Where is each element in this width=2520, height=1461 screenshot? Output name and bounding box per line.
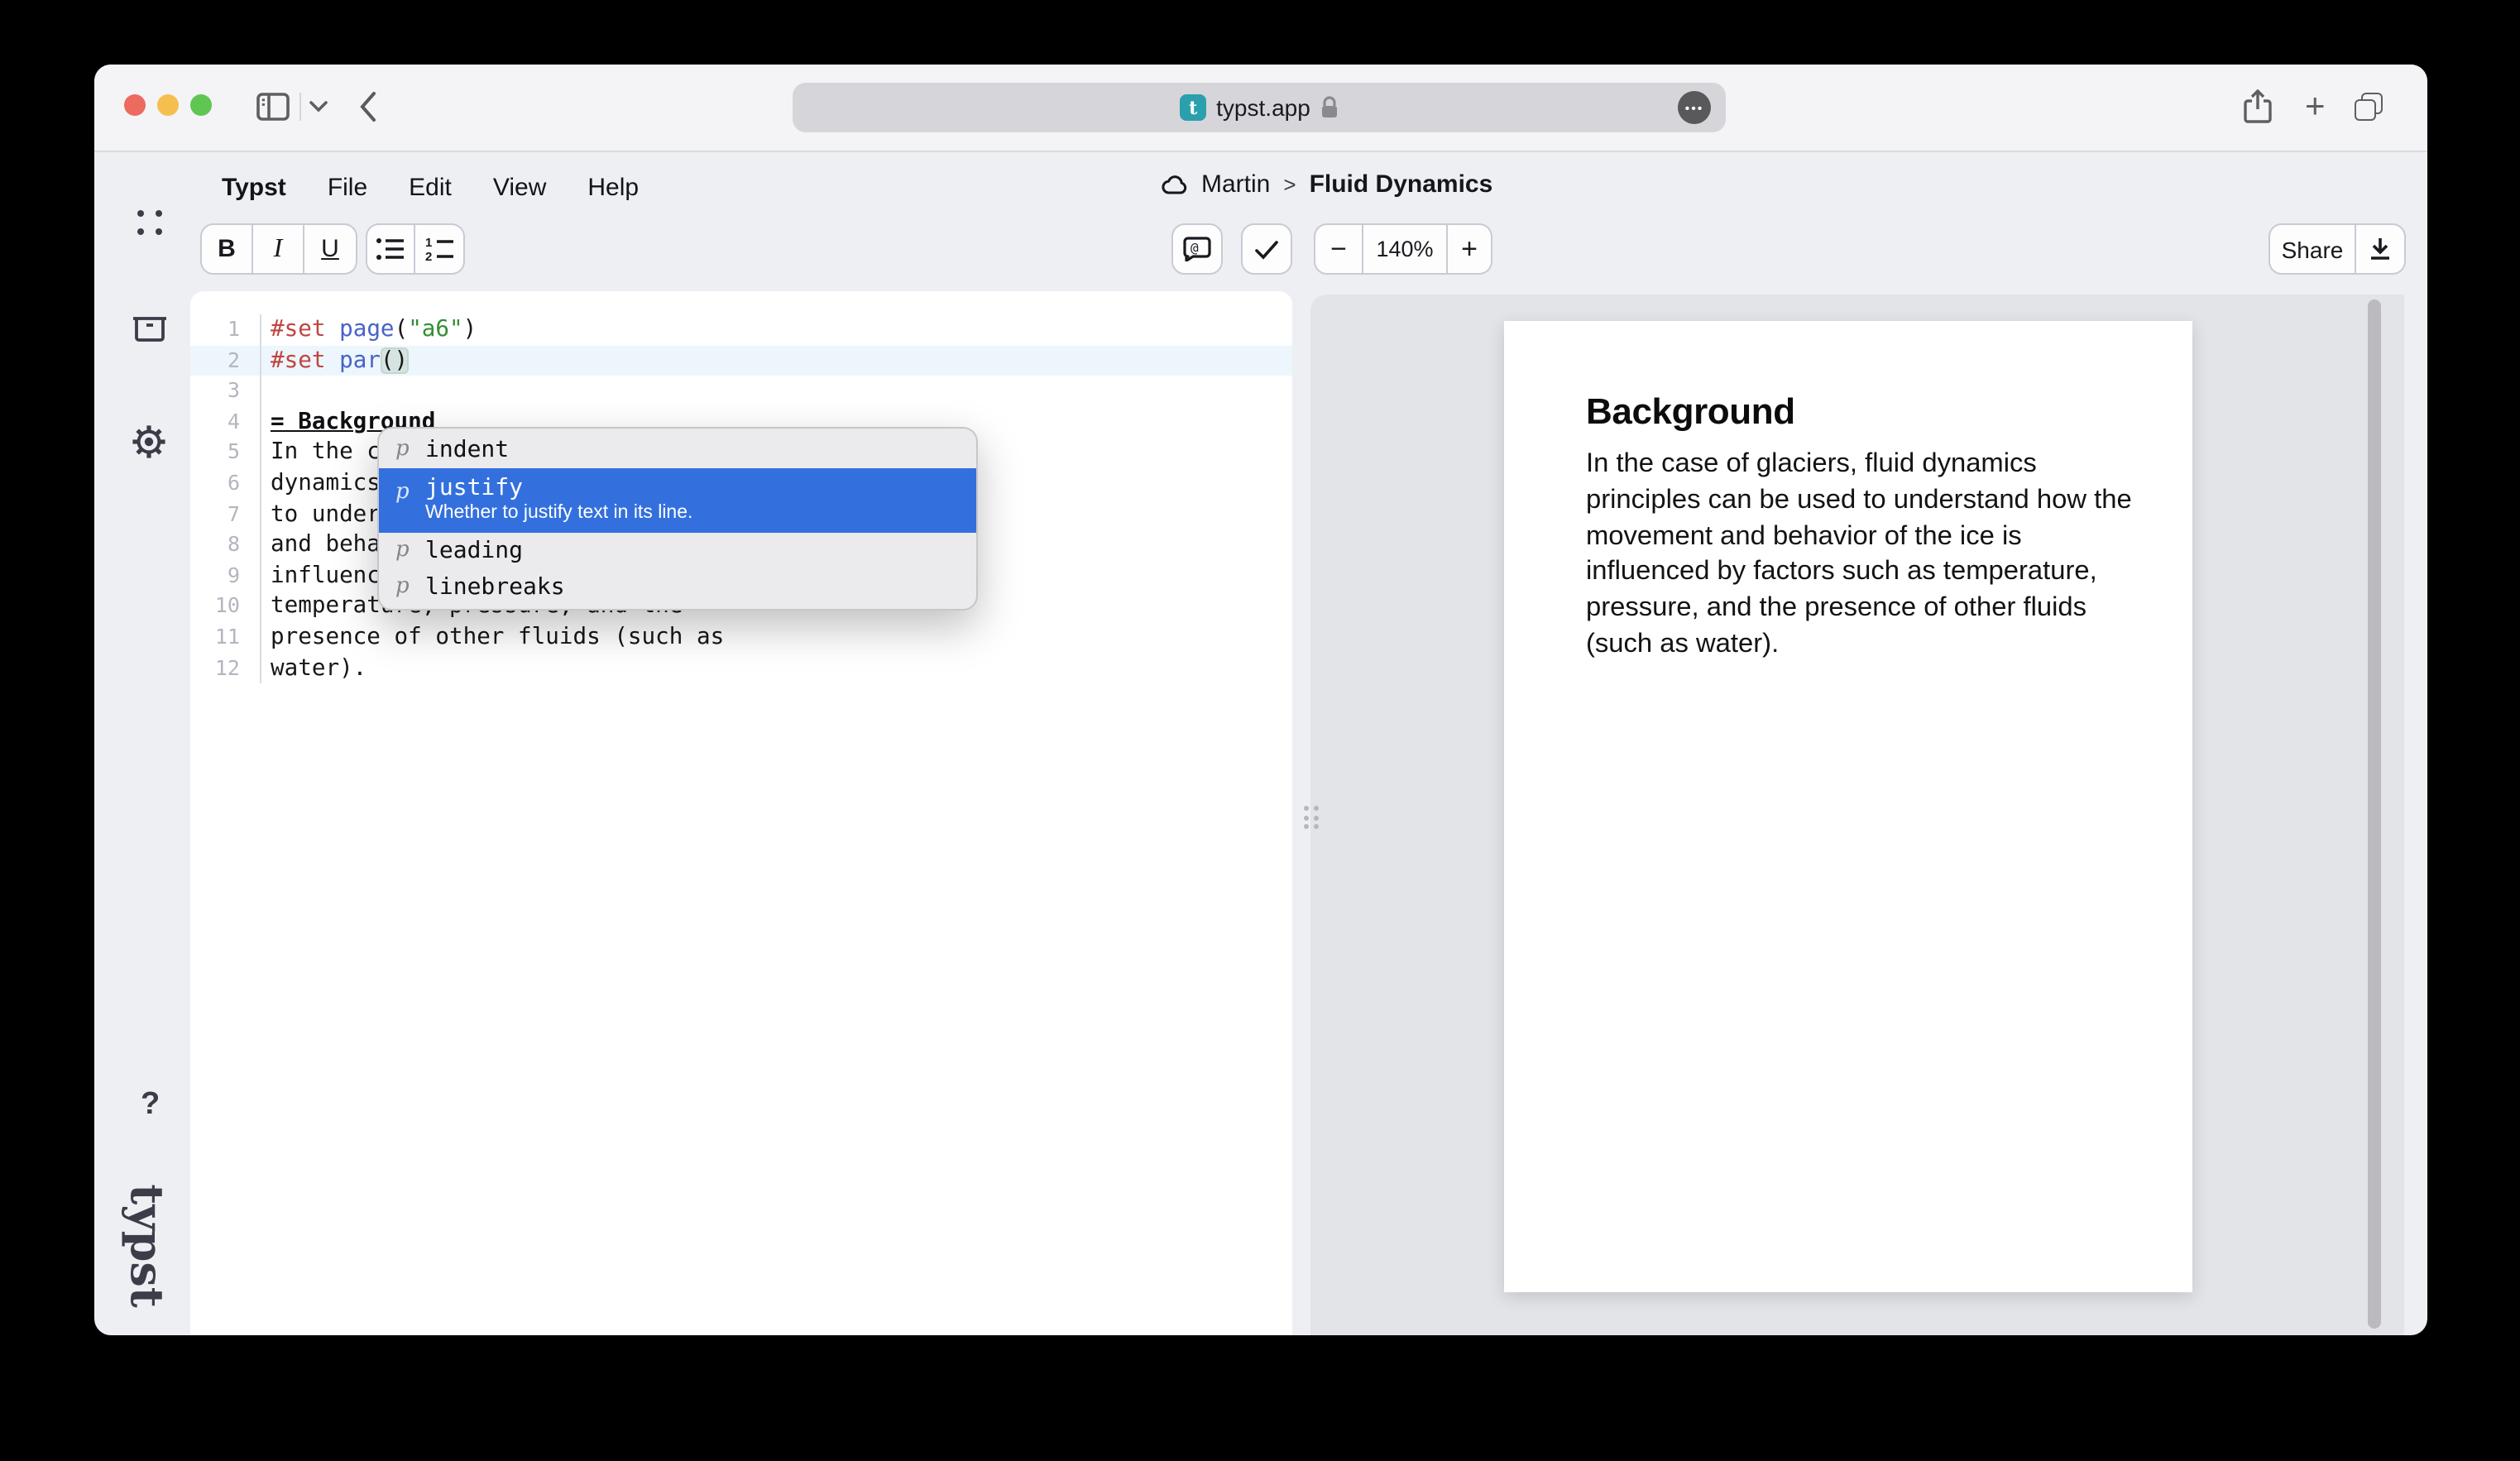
back-button-icon[interactable] xyxy=(359,91,377,122)
url-text: typst.app xyxy=(1216,94,1310,121)
numbered-list-button[interactable]: 12 xyxy=(415,223,465,275)
menu-item-typst[interactable]: Typst xyxy=(222,174,286,202)
comments-button[interactable]: @ xyxy=(1171,223,1223,275)
app-menubar: Typst File Edit View Help xyxy=(222,174,639,202)
line-number: 10 xyxy=(190,592,260,622)
line-number: 4 xyxy=(190,407,260,438)
line-number: 11 xyxy=(190,622,260,653)
cloud-icon xyxy=(1162,175,1188,194)
code-line[interactable]: presence of other fluids (such as xyxy=(261,622,1292,653)
param-type-icon: p xyxy=(395,479,412,504)
zoom-out-button[interactable]: − xyxy=(1314,223,1363,275)
param-type-icon: p xyxy=(395,437,412,462)
line-number: 7 xyxy=(190,499,260,529)
page-settings-icon[interactable]: ••• xyxy=(1678,91,1711,124)
preview-text-line: pressure, and the presence of other flui… xyxy=(1586,591,2192,627)
preview-text-line: movement and behavior of the ice is xyxy=(1586,519,2192,555)
menu-item-edit[interactable]: Edit xyxy=(409,174,452,202)
autocomplete-description: Whether to justify text in its line. xyxy=(425,502,692,522)
breadcrumb-separator: > xyxy=(1283,172,1296,197)
help-icon[interactable]: ? xyxy=(141,1087,160,1123)
preview-scrollbar[interactable] xyxy=(2368,299,2381,1329)
line-number: 1 xyxy=(190,314,260,345)
chrome-divider xyxy=(299,93,301,121)
preview-text-line: influenced by factors such as temperatur… xyxy=(1586,555,2192,592)
code-line[interactable] xyxy=(261,376,1292,406)
italic-button[interactable]: I xyxy=(253,223,304,275)
preview-text-line: principles can be used to understand how… xyxy=(1586,483,2192,520)
tab-overview-icon[interactable] xyxy=(2355,93,2383,121)
desktop-background: t typst.app ••• + TypstFileEditViewHelp … xyxy=(0,0,2520,1461)
menu-item-view[interactable]: View xyxy=(493,174,547,202)
zoom-window-button[interactable] xyxy=(190,94,212,116)
browser-window: t typst.app ••• + TypstFileEditViewHelp … xyxy=(94,65,2427,1335)
zoom-level[interactable]: 140% xyxy=(1363,223,1448,275)
bullet-list-button[interactable] xyxy=(366,223,415,275)
menu-item-file[interactable]: File xyxy=(328,174,367,202)
svg-text:2: 2 xyxy=(424,250,431,261)
code-line[interactable]: water). xyxy=(261,653,1292,683)
site-favicon: t xyxy=(1180,94,1206,121)
breadcrumb[interactable]: Martin > Fluid Dynamics xyxy=(1162,170,1492,199)
svg-text:@: @ xyxy=(1191,240,1199,256)
grid-menu-icon[interactable] xyxy=(137,210,162,235)
minimize-window-button[interactable] xyxy=(157,94,179,116)
autocomplete-item-justify[interactable]: pjustifyWhether to justify text in its l… xyxy=(379,467,976,532)
chevron-down-icon[interactable] xyxy=(309,101,328,113)
menu-item-help[interactable]: Help xyxy=(587,174,639,202)
line-number: 5 xyxy=(190,438,260,468)
line-number: 6 xyxy=(190,468,260,499)
zoom-in-button[interactable]: + xyxy=(1448,223,1492,275)
code-line[interactable]: #set page("a6") xyxy=(261,314,1292,345)
settings-gear-icon[interactable] xyxy=(131,424,167,460)
download-button[interactable] xyxy=(2356,223,2406,275)
param-type-icon: p xyxy=(395,538,412,563)
breadcrumb-document[interactable]: Fluid Dynamics xyxy=(1310,170,1493,199)
breadcrumb-project[interactable]: Martin xyxy=(1201,170,1270,199)
autocomplete-popup: pindentpjustifyWhether to justify text i… xyxy=(377,426,978,610)
autocomplete-item-indent[interactable]: pindent xyxy=(379,431,976,467)
line-number: 9 xyxy=(190,561,260,592)
sidebar-toggle-icon[interactable] xyxy=(256,93,290,121)
typst-logo: typst xyxy=(120,1184,171,1307)
lock-icon xyxy=(1320,96,1339,119)
new-tab-icon[interactable]: + xyxy=(2305,89,2326,124)
address-bar[interactable]: t typst.app ••• xyxy=(793,83,1726,132)
preview-heading: Background xyxy=(1586,390,2192,434)
share-page-icon[interactable] xyxy=(2244,89,2272,124)
preview-text-line: In the case of glaciers, fluid dynamics xyxy=(1586,447,2192,483)
line-number: 2 xyxy=(190,345,260,376)
param-type-icon: p xyxy=(395,574,412,599)
line-number: 3 xyxy=(190,376,260,406)
code-line[interactable]: #set par() xyxy=(261,345,1292,376)
preview-page: Background In the case of glaciers, flui… xyxy=(1503,321,2192,1292)
bold-button[interactable]: B xyxy=(200,223,253,275)
browser-toolbar: t typst.app ••• + xyxy=(94,65,2427,152)
line-number-gutter: 123456789101112 xyxy=(190,314,260,683)
autocomplete-item-linebreaks[interactable]: plinebreaks xyxy=(379,568,976,605)
preview-pane: Background In the case of glaciers, flui… xyxy=(1310,295,2404,1335)
autocomplete-item-leading[interactable]: pleading xyxy=(379,532,976,568)
pane-resize-handle[interactable] xyxy=(1304,806,1318,829)
svg-text:1: 1 xyxy=(424,237,431,250)
check-button[interactable] xyxy=(1241,223,1292,275)
underline-button[interactable]: U xyxy=(304,223,357,275)
preview-body: In the case of glaciers, fluid dynamicsp… xyxy=(1586,447,2192,663)
line-number: 12 xyxy=(190,653,260,683)
code-editor[interactable]: 123456789101112 #set page("a6")#set par(… xyxy=(190,291,1292,1335)
files-box-icon[interactable] xyxy=(132,316,167,342)
line-number: 8 xyxy=(190,529,260,560)
share-button[interactable]: Share xyxy=(2268,223,2356,275)
preview-text-line: (such as water). xyxy=(1586,627,2192,663)
close-window-button[interactable] xyxy=(124,94,146,116)
